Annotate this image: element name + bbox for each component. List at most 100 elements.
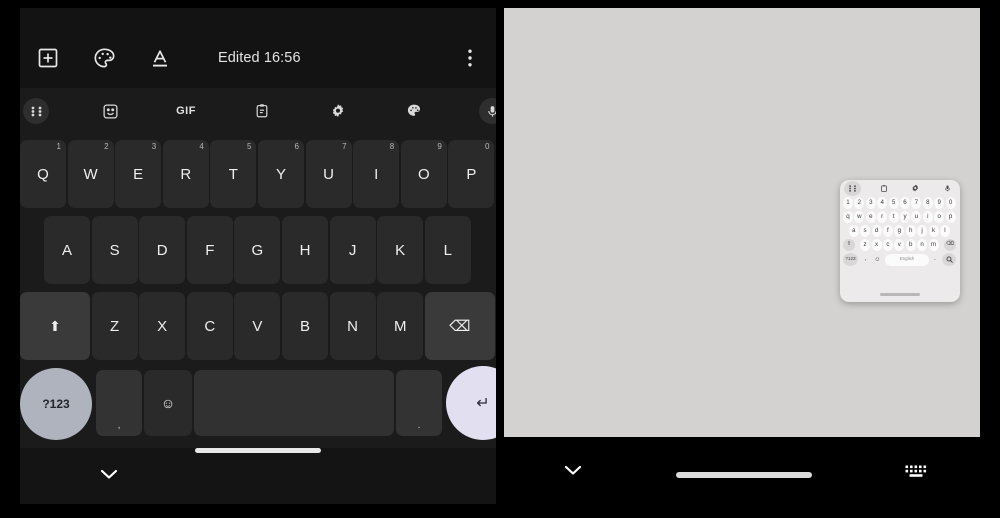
microphone-icon[interactable] <box>942 183 953 194</box>
add-box-icon[interactable] <box>34 44 62 72</box>
mini-key-u[interactable]: u <box>911 211 922 223</box>
period-key[interactable]: . <box>396 370 442 436</box>
mini-key-p[interactable]: p <box>945 211 956 223</box>
settings-gear-icon[interactable] <box>327 100 349 122</box>
key-G[interactable]: G <box>234 216 281 284</box>
mini-key-z[interactable]: z <box>860 239 871 251</box>
mini-key-c[interactable]: c <box>882 239 893 251</box>
mini-key-s[interactable]: s <box>860 225 871 237</box>
key-H[interactable]: H <box>282 216 328 284</box>
key-W[interactable]: 2W <box>67 140 114 208</box>
mini-key-k[interactable]: k <box>928 225 939 237</box>
chevron-down-icon[interactable] <box>98 466 120 482</box>
mini-emoji-key[interactable]: ☺ <box>872 253 883 266</box>
sticker-icon[interactable] <box>99 100 121 122</box>
mini-key-5[interactable]: 5 <box>888 197 899 209</box>
mini-key-b[interactable]: b <box>905 239 916 251</box>
mini-backspace-key[interactable]: ⌫ <box>944 239 956 251</box>
mini-key-3[interactable]: 3 <box>865 197 876 209</box>
key-R[interactable]: 4R <box>162 140 209 208</box>
key-K[interactable]: K <box>377 216 424 284</box>
key-N[interactable]: N <box>329 292 376 360</box>
mini-key-o[interactable]: o <box>934 211 945 223</box>
mini-key-e[interactable]: e <box>865 211 876 223</box>
key-Y[interactable]: 6Y <box>258 140 304 208</box>
mini-key-g[interactable]: g <box>894 225 905 237</box>
mini-key-8[interactable]: 8 <box>922 197 933 209</box>
mini-key-r[interactable]: r <box>877 211 888 223</box>
chevron-down-icon[interactable] <box>562 462 584 478</box>
mini-key-i[interactable]: i <box>922 211 933 223</box>
enter-key[interactable]: ↵ <box>446 366 496 440</box>
more-vertical-icon[interactable] <box>460 44 480 72</box>
shift-key[interactable]: ⬆ <box>20 292 90 360</box>
key-T[interactable]: 5T <box>210 140 257 208</box>
mini-key-t[interactable]: t <box>888 211 899 223</box>
mini-key-4[interactable]: 4 <box>877 197 888 209</box>
mini-key-v[interactable]: v <box>894 239 905 251</box>
key-M[interactable]: M <box>377 292 424 360</box>
key-A[interactable]: A <box>44 216 90 284</box>
mini-key-1[interactable]: 1 <box>843 197 853 209</box>
keyboard-icon[interactable] <box>904 463 930 481</box>
clipboard-icon[interactable] <box>878 183 889 194</box>
format-text-underline-icon[interactable] <box>146 44 174 72</box>
symbols-key[interactable]: ?123 <box>20 368 92 440</box>
gif-icon[interactable]: GIF <box>174 100 198 122</box>
key-U[interactable]: 7U <box>305 140 352 208</box>
mini-period-key[interactable]: . <box>930 253 940 266</box>
key-O[interactable]: 9O <box>400 140 447 208</box>
key-E[interactable]: 3E <box>115 140 162 208</box>
grid-menu-icon[interactable] <box>23 98 49 124</box>
key-Z[interactable]: Z <box>91 292 138 360</box>
key-B[interactable]: B <box>282 292 328 360</box>
key-L[interactable]: L <box>424 216 471 284</box>
palette-icon[interactable] <box>90 44 118 72</box>
mini-key-h[interactable]: h <box>905 225 916 237</box>
mini-key-7[interactable]: 7 <box>911 197 922 209</box>
space-key[interactable] <box>194 370 394 436</box>
clipboard-icon[interactable] <box>251 100 273 122</box>
key-D[interactable]: D <box>139 216 186 284</box>
home-indicator[interactable] <box>195 448 321 453</box>
mini-key-q[interactable]: q <box>843 211 853 223</box>
grid-menu-icon[interactable] <box>847 183 858 194</box>
key-X[interactable]: X <box>139 292 186 360</box>
mini-key-w[interactable]: w <box>854 211 865 223</box>
mini-key-d[interactable]: d <box>871 225 882 237</box>
mini-key-9[interactable]: 9 <box>934 197 945 209</box>
mini-key-m[interactable]: m <box>928 239 939 251</box>
mini-keyboard-preview[interactable]: 1 2 3 4 5 6 7 8 9 0 q w e r t y u i o p … <box>840 180 960 302</box>
backspace-key[interactable]: ⌫ <box>424 292 495 360</box>
mini-key-0[interactable]: 0 <box>945 197 956 209</box>
home-indicator[interactable] <box>676 472 812 478</box>
mini-space-key[interactable]: English <box>885 253 929 266</box>
mini-key-6[interactable]: 6 <box>900 197 910 209</box>
mini-key-f[interactable]: f <box>882 225 893 237</box>
microphone-icon[interactable] <box>479 98 496 124</box>
comma-key[interactable]: , <box>96 370 142 436</box>
key-S[interactable]: S <box>91 216 138 284</box>
mini-shift-key[interactable]: ⇧ <box>843 239 855 251</box>
mini-comma-key[interactable]: , <box>860 253 871 266</box>
settings-gear-icon[interactable] <box>910 183 921 194</box>
key-F[interactable]: F <box>186 216 233 284</box>
key-C[interactable]: C <box>186 292 233 360</box>
mini-key-2[interactable]: 2 <box>854 197 865 209</box>
mini-key-a[interactable]: a <box>848 225 859 237</box>
mini-search-key[interactable] <box>942 253 956 266</box>
mini-key-y[interactable]: y <box>900 211 910 223</box>
mini-symbols-key[interactable]: ?123 <box>843 253 858 266</box>
key-J[interactable]: J <box>329 216 376 284</box>
key-I[interactable]: 8I <box>353 140 400 208</box>
mini-key-l[interactable]: l <box>939 225 950 237</box>
emoji-key[interactable]: ☺ <box>144 370 192 436</box>
mini-key-j[interactable]: j <box>917 225 928 237</box>
key-Q[interactable]: 1Q <box>20 140 66 208</box>
mini-key-n[interactable]: n <box>917 239 928 251</box>
key-V[interactable]: V <box>234 292 281 360</box>
right-device-panel: 1 2 3 4 5 6 7 8 9 0 q w e r t y u i o p … <box>504 8 980 504</box>
key-P[interactable]: 0P <box>448 140 495 208</box>
mini-key-x[interactable]: x <box>871 239 882 251</box>
theme-palette-icon[interactable] <box>403 100 425 122</box>
